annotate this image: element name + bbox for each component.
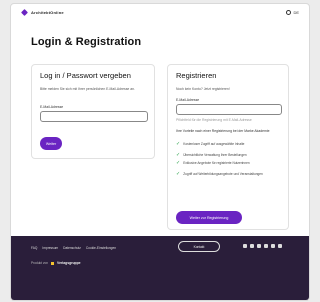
brand-name: ArchitektOnline <box>31 9 64 15</box>
page-title: Login & Registration <box>31 36 142 48</box>
register-card: Registrieren Noch kein Konto? Jetzt regi… <box>167 64 289 230</box>
benefit-item: ✓ Übersichtliche Verwaltung Ihrer Bestel… <box>176 152 247 158</box>
register-submit-button[interactable]: Weiter zur Registrierung <box>176 211 242 224</box>
benefit-item: ✓ Kostenloser Zugriff auf ausgewählte In… <box>176 141 245 147</box>
login-email-field[interactable] <box>40 111 148 122</box>
publisher-logo-icon <box>51 261 55 265</box>
facebook-icon[interactable] <box>243 244 247 248</box>
benefit-item: ✓ Exklusive Angebote für registrierte Nu… <box>176 160 250 166</box>
register-intro: Noch kein Konto? Jetzt registrieren! <box>176 87 230 91</box>
footer-link[interactable]: Datenschutz <box>63 246 81 250</box>
register-email-field[interactable] <box>176 104 282 115</box>
footer-link[interactable]: Impressum <box>42 246 58 250</box>
login-title: Log in / Passwort vergeben <box>40 71 131 80</box>
benefits-title: Ihre Vorteile nach einer Registrierung b… <box>176 129 270 133</box>
youtube-icon[interactable] <box>271 244 275 248</box>
footer-note-brand[interactable]: Verlagsgruppe <box>57 261 81 265</box>
social-links <box>243 244 282 248</box>
globe-icon <box>286 9 292 15</box>
footer-note-prefix: Produkt von <box>31 261 49 265</box>
page-frame: ArchitektOnline DE Login & Registration … <box>10 3 310 301</box>
checkmark-icon: ✓ <box>176 160 181 166</box>
footer-links: FAQ Impressum Datenschutz Cookie-Einstel… <box>31 246 116 250</box>
benefit-item: ✓ Zugriff auf Weiterbildungsangebote und… <box>176 171 263 177</box>
xing-icon[interactable] <box>264 244 268 248</box>
linkedin-icon[interactable] <box>257 244 261 248</box>
language-label: DE <box>293 9 299 15</box>
footer-link[interactable]: Cookie-Einstellungen <box>86 246 116 250</box>
register-email-hint: Pflichtfeld für die Registrierung mit E-… <box>176 118 252 122</box>
register-title: Registrieren <box>176 71 217 80</box>
checkmark-icon: ✓ <box>176 152 181 158</box>
login-submit-button[interactable]: Weiter <box>40 137 62 150</box>
footer-note: Produkt von Verlagsgruppe <box>31 261 81 265</box>
contact-button[interactable]: Kontakt <box>178 241 220 252</box>
footer: FAQ Impressum Datenschutz Cookie-Einstel… <box>11 236 309 300</box>
login-card: Log in / Passwort vergeben Bitte melden … <box>31 64 155 159</box>
login-email-label: E-Mail-Adresse <box>40 105 64 109</box>
instagram-icon[interactable] <box>250 244 254 248</box>
footer-link[interactable]: FAQ <box>31 246 37 250</box>
login-description: Bitte melden Sie sich mit Ihrer persönli… <box>40 87 135 91</box>
checkmark-icon: ✓ <box>176 141 181 147</box>
rss-icon[interactable] <box>278 244 282 248</box>
language-switcher[interactable]: DE <box>286 9 299 15</box>
checkmark-icon: ✓ <box>176 171 181 177</box>
top-bar: ArchitektOnline DE <box>11 4 309 20</box>
brand-icon <box>21 8 28 16</box>
register-email-label: E-Mail-Adresse <box>176 98 200 102</box>
brand-logo[interactable]: ArchitektOnline <box>21 8 64 16</box>
